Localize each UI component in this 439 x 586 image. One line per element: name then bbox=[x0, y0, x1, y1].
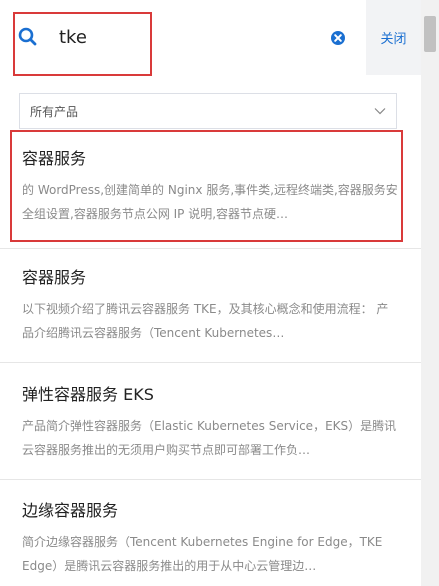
close-button[interactable]: 关闭 bbox=[366, 0, 421, 75]
search-panel: tke 关闭 所有产品 容器服务 的 WordPress,创建简单的 Nginx… bbox=[0, 0, 439, 586]
search-input[interactable]: tke bbox=[59, 26, 87, 50]
divider bbox=[0, 248, 421, 249]
result-item[interactable]: 弹性容器服务 EKS 产品简介弹性容器服务（Elastic Kubernetes… bbox=[0, 384, 421, 480]
search-bar: tke 关闭 bbox=[0, 0, 421, 75]
result-desc: 以下视频介绍了腾讯云容器服务 TKE，及其核心概念和使用流程： 产品介绍腾讯云容… bbox=[22, 302, 389, 340]
chevron-down-icon bbox=[374, 108, 386, 115]
result-desc: 简介边缘容器服务（Tencent Kubernetes Engine for E… bbox=[22, 535, 383, 573]
result-desc: 产品简介弹性容器服务（Elastic Kubernetes Service，EK… bbox=[22, 419, 397, 457]
result-title: 容器服务 bbox=[22, 268, 87, 287]
scrollbar-track[interactable] bbox=[421, 0, 439, 586]
result-title: 边缘容器服务 bbox=[22, 501, 119, 520]
result-title: 弹性容器服务 EKS bbox=[22, 385, 154, 404]
result-item[interactable]: 边缘容器服务 简介边缘容器服务（Tencent Kubernetes Engin… bbox=[0, 500, 421, 586]
result-title: 容器服务 bbox=[22, 149, 87, 168]
product-filter-value: 所有产品 bbox=[30, 104, 79, 119]
result-item[interactable]: 容器服务 以下视频介绍了腾讯云容器服务 TKE，及其核心概念和使用流程： 产品介… bbox=[0, 267, 421, 363]
result-desc: 的 WordPress,创建简单的 Nginx 服务,事件类,远程终端类,容器服… bbox=[22, 183, 398, 221]
result-item[interactable]: 容器服务 的 WordPress,创建简单的 Nginx 服务,事件类,远程终端… bbox=[0, 148, 421, 243]
product-filter-select[interactable]: 所有产品 bbox=[19, 93, 397, 129]
search-icon[interactable] bbox=[18, 27, 38, 47]
clear-icon[interactable] bbox=[330, 30, 346, 46]
scrollbar-thumb[interactable] bbox=[424, 16, 436, 52]
